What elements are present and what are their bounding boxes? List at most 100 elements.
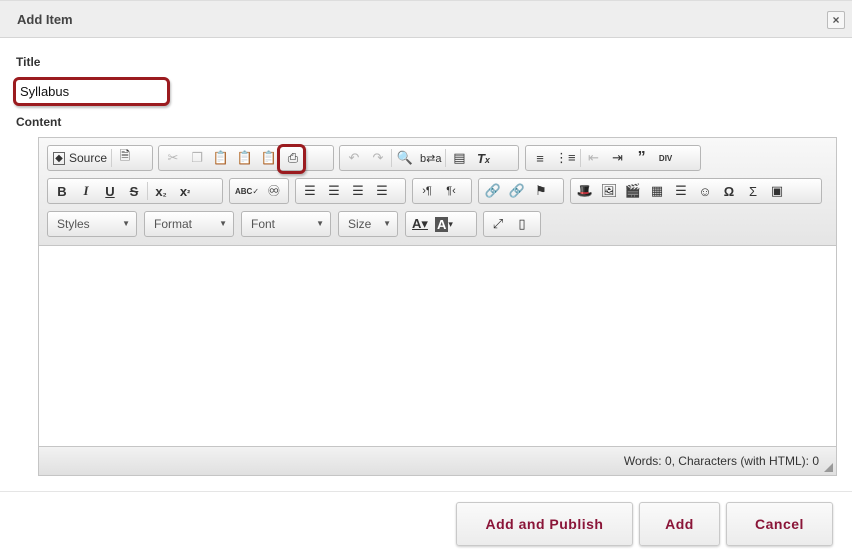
table-icon: ▦ — [650, 183, 664, 198]
horizontal-line-button[interactable]: ☰ — [669, 180, 693, 202]
bold-button[interactable]: B — [50, 180, 74, 202]
link-button[interactable]: 🔗 — [481, 180, 505, 202]
indent-button[interactable]: ⇥ — [606, 147, 630, 169]
pin-icon: 🎩 — [576, 183, 594, 198]
source-button[interactable]: ◆ Source — [50, 147, 110, 169]
image-button[interactable]: 🖼 — [597, 180, 621, 202]
background-color-button[interactable]: A ▾ — [432, 213, 456, 235]
blockquote-button[interactable]: ” — [630, 147, 654, 169]
bold-icon: B — [57, 183, 67, 199]
text-color-icon: A▾ — [412, 216, 428, 231]
chevron-down-icon: ▼ — [383, 219, 391, 228]
italic-button[interactable]: I — [74, 180, 98, 202]
copy-button[interactable]: ❐ — [185, 147, 209, 169]
redo-button[interactable]: ↷ — [366, 147, 390, 169]
select-all-button[interactable]: ▤ — [447, 147, 471, 169]
editor-content-area[interactable] — [39, 246, 836, 446]
add-and-publish-button[interactable]: Add and Publish — [456, 502, 633, 546]
footer-divider — [0, 491, 852, 492]
redo-icon: ↷ — [372, 150, 384, 165]
unlink-icon: 🔗 — [508, 183, 526, 198]
indent-icon: ⇥ — [612, 150, 624, 165]
resize-grip-icon[interactable] — [824, 463, 833, 472]
find-button[interactable]: 🔍 — [393, 147, 417, 169]
superscript-button[interactable]: x² — [173, 180, 197, 202]
bulleted-list-button[interactable]: ⋮≡ — [552, 147, 579, 169]
chevron-down-icon: ▼ — [219, 219, 227, 228]
paste-text-button[interactable]: 📋 — [233, 147, 257, 169]
paste-from-word-icon: 📋 — [260, 150, 278, 165]
rtl-icon: ¶‹ — [446, 185, 456, 197]
format-dropdown[interactable]: Format ▼ — [144, 211, 234, 237]
add-button[interactable]: Add — [639, 502, 720, 546]
editor-statusbar: Words: 0, Characters (with HTML): 0 — [39, 446, 836, 475]
source-label: Source — [69, 151, 108, 165]
remove-format-button[interactable]: Tx — [471, 147, 495, 169]
subscript-button[interactable]: x₂ — [149, 180, 173, 202]
font-dropdown[interactable]: Font ▼ — [241, 211, 331, 237]
paragraph-group: ≡ ⋮≡ ⇤ ⇥ ” DIV — [525, 145, 701, 171]
justify-button[interactable]: ☰ — [370, 180, 394, 202]
embed-button[interactable]: ▣ — [765, 180, 789, 202]
underline-icon: U — [105, 183, 115, 199]
div-container-button[interactable]: DIV — [654, 147, 678, 169]
dialog-titlebar: Add Item × — [0, 0, 852, 38]
outdent-button[interactable]: ⇤ — [582, 147, 606, 169]
maximize-button[interactable]: ⤢ — [486, 213, 510, 235]
align-right-icon: ☰ — [352, 183, 364, 198]
clipboard-group: ✂ ❐ 📋 📋 📋 ⎙ — [158, 145, 334, 171]
align-right-button[interactable]: ☰ — [346, 180, 370, 202]
paste-button[interactable]: 📋 — [209, 147, 233, 169]
special-char-button[interactable]: Ω — [717, 180, 741, 202]
title-input[interactable] — [13, 77, 170, 106]
replace-icon: b⇄a — [420, 152, 442, 165]
anchor-button[interactable]: ⚑ — [529, 180, 553, 202]
color-group: A▾ A ▾ — [405, 211, 477, 237]
underline-button[interactable]: U — [98, 180, 122, 202]
text-color-button[interactable]: A▾ — [408, 213, 432, 235]
styles-dropdown[interactable]: Styles ▼ — [47, 211, 137, 237]
undo-button[interactable]: ↶ — [342, 147, 366, 169]
link-icon: 🔗 — [484, 183, 502, 198]
spellcheck-icon: ABC✓ — [234, 186, 260, 196]
spellcheck-button[interactable]: ABC✓ — [232, 180, 262, 202]
table-button[interactable]: ▦ — [645, 180, 669, 202]
quote-icon: ” — [637, 149, 646, 166]
preview-button[interactable]: 🗎 — [113, 147, 137, 169]
separator — [111, 149, 113, 167]
chevron-down-icon: ▼ — [122, 219, 130, 228]
word-count: Words: 0, Characters (with HTML): 0 — [623, 454, 819, 468]
paste-text-icon: 📋 — [236, 150, 254, 165]
editor-toolbar: ◆ Source 🗎 ✂ ❐ 📋 📋 📋 ⎙ ↶ ↷ 🔍 b⇄a ▤ Tx ≡ — [39, 138, 836, 246]
numbered-list-button[interactable]: ≡ — [528, 147, 552, 169]
accessibility-icon: ♾ — [267, 183, 281, 200]
strikethrough-button[interactable]: S — [122, 180, 146, 202]
smiley-button[interactable]: ☺ — [693, 180, 717, 202]
insert-special-button[interactable]: 🎩 — [573, 180, 597, 202]
accessibility-checker-button[interactable]: ♾ — [262, 180, 286, 202]
media-button[interactable]: 🎬 — [621, 180, 645, 202]
replace-button[interactable]: b⇄a — [417, 147, 444, 169]
show-blocks-button[interactable]: ▯ — [510, 213, 534, 235]
size-dropdown[interactable]: Size ▼ — [338, 211, 398, 237]
ltr-button[interactable]: ›¶ — [415, 180, 439, 202]
cut-button[interactable]: ✂ — [161, 147, 185, 169]
strikethrough-icon: S — [129, 183, 139, 199]
scissors-icon: ✂ — [167, 150, 179, 165]
omega-icon: Ω — [723, 183, 735, 199]
math-button[interactable]: Σ — [741, 180, 765, 202]
rich-text-editor: ◆ Source 🗎 ✂ ❐ 📋 📋 📋 ⎙ ↶ ↷ 🔍 b⇄a ▤ Tx ≡ — [38, 137, 837, 476]
format-label: Format — [154, 217, 193, 231]
document-icon: 🗎 — [119, 148, 131, 163]
close-button[interactable]: × — [827, 11, 845, 29]
unlink-button[interactable]: 🔗 — [505, 180, 529, 202]
rtl-button[interactable]: ¶‹ — [439, 180, 463, 202]
chevron-down-icon: ▼ — [316, 219, 324, 228]
div-icon: DIV — [658, 153, 673, 163]
cancel-button[interactable]: Cancel — [726, 502, 833, 546]
align-left-button[interactable]: ☰ — [298, 180, 322, 202]
align-center-button[interactable]: ☰ — [322, 180, 346, 202]
embed-icon: ▣ — [770, 183, 784, 198]
remove-format-icon: Tx — [476, 150, 490, 166]
maximize-icon: ⤢ — [492, 216, 504, 231]
